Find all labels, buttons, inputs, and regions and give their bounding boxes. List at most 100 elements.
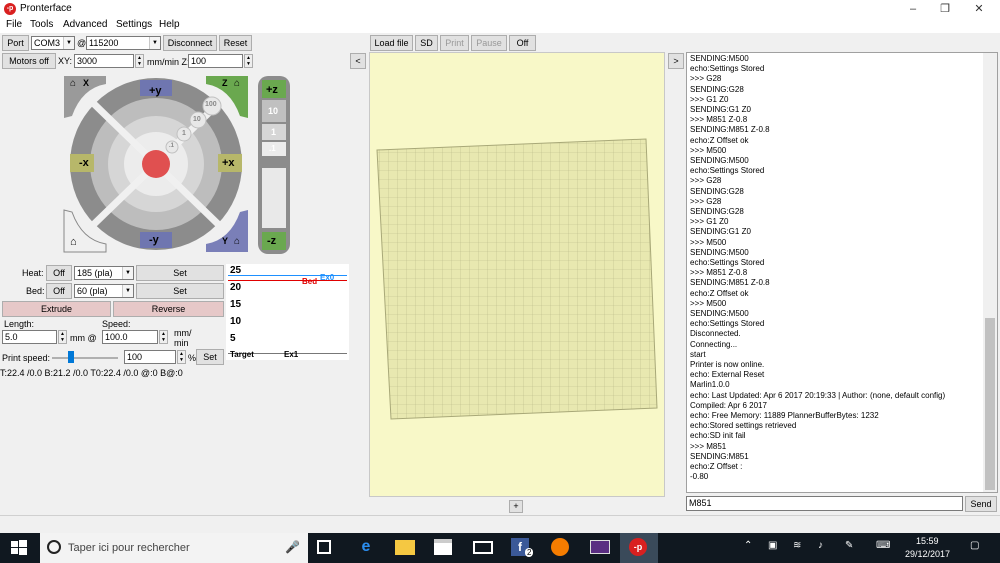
heat-off-button[interactable]: Off bbox=[46, 265, 72, 281]
console-line: echo:Settings Stored bbox=[690, 258, 765, 267]
length-stepper[interactable]: ▲ ▼ bbox=[58, 330, 67, 344]
console-log[interactable]: SENDING:M500 echo:Settings Stored >>> G28 S… bbox=[686, 52, 998, 493]
xy-feedrate-stepper[interactable]: ▲ ▼ bbox=[135, 54, 144, 68]
baud-select[interactable]: 115200 ▼ bbox=[86, 36, 161, 50]
step-1-label: 1 bbox=[182, 130, 186, 137]
disconnect-button[interactable]: Disconnect bbox=[163, 35, 217, 51]
console-line: >>> G28 bbox=[690, 74, 722, 84]
menu-tools[interactable]: Tools bbox=[30, 19, 53, 30]
microphone-icon[interactable]: 🎤 bbox=[285, 540, 300, 554]
print-speed-input[interactable]: 100 bbox=[124, 350, 176, 364]
xy-feed-label: XY: bbox=[58, 56, 73, 66]
close-button[interactable]: ✕ bbox=[964, 0, 994, 18]
baud-value: 115200 bbox=[89, 38, 119, 48]
tray-network-icon[interactable]: ≋ bbox=[793, 540, 801, 551]
task-view-icon[interactable] bbox=[317, 540, 331, 554]
tray-chevron-up-icon[interactable]: ⌃ bbox=[744, 540, 752, 551]
bed-temp-select[interactable]: 60 (pla) ▼ bbox=[74, 284, 134, 298]
speed-stepper[interactable]: ▲ ▼ bbox=[159, 330, 168, 344]
mail-icon[interactable] bbox=[473, 541, 493, 554]
port-button[interactable]: Port bbox=[2, 35, 29, 51]
sd-button[interactable]: SD bbox=[415, 35, 438, 51]
heat-label: Heat: bbox=[22, 268, 44, 278]
plus-y-label[interactable]: +y bbox=[149, 85, 162, 97]
z-feedrate-input[interactable]: 100 bbox=[188, 54, 243, 68]
console-line: SENDING:M851 Z-0.8 bbox=[690, 278, 770, 288]
speed-input[interactable]: 100.0 bbox=[102, 330, 158, 344]
z-lower-steps[interactable] bbox=[262, 168, 286, 228]
tray-volume-icon[interactable]: ♪ bbox=[818, 540, 823, 551]
print-speed-slider-thumb[interactable] bbox=[68, 351, 74, 363]
zoom-in-button[interactable]: + bbox=[509, 500, 523, 513]
firefox-icon[interactable] bbox=[551, 538, 569, 556]
heat-temp-select[interactable]: 185 (pla) ▼ bbox=[74, 266, 134, 280]
send-button[interactable]: Send bbox=[965, 496, 997, 512]
plate-grid-svg bbox=[376, 138, 658, 420]
collapse-left-button[interactable]: < bbox=[350, 53, 366, 69]
console-line: SENDING:G28 bbox=[690, 84, 744, 94]
plus-x-label[interactable]: +x bbox=[222, 157, 235, 169]
plus-z-label: +z bbox=[266, 84, 278, 96]
console-scrollbar-thumb[interactable] bbox=[985, 318, 995, 490]
console-line: >>> M851 bbox=[690, 441, 727, 451]
xy-feedrate-input[interactable]: 3000 bbox=[74, 54, 134, 68]
bed-set-button[interactable]: Set bbox=[136, 283, 224, 299]
load-file-button[interactable]: Load file bbox=[370, 35, 413, 51]
console-line: >>> M851 Z-0.8 bbox=[690, 115, 748, 125]
pause-button[interactable]: Pause bbox=[471, 35, 507, 51]
restore-button[interactable]: ❐ bbox=[930, 0, 960, 18]
build-plate-preview[interactable] bbox=[369, 52, 665, 497]
reset-button[interactable]: Reset bbox=[219, 35, 252, 51]
extrude-button[interactable]: Extrude bbox=[2, 301, 111, 317]
print-speed-label: Print speed: bbox=[2, 353, 51, 363]
app-icon[interactable] bbox=[590, 540, 610, 554]
console-line: echo:Z Offset ok bbox=[690, 135, 749, 145]
taskbar-time[interactable]: 15:59 bbox=[916, 536, 939, 546]
home-z-label: Z bbox=[222, 78, 228, 88]
temperature-graph: 25 20 15 10 5 Bed Ex0 Target Ex1 bbox=[226, 264, 349, 360]
tray-keyboard-icon[interactable]: ⌨ bbox=[876, 540, 890, 551]
minus-y-label[interactable]: -y bbox=[149, 234, 159, 246]
windows-start-icon[interactable] bbox=[10, 539, 28, 557]
minimize-button[interactable]: – bbox=[898, 0, 928, 18]
print-speed-slider-track[interactable] bbox=[52, 357, 118, 359]
menu-file[interactable]: File bbox=[6, 19, 22, 30]
menu-help[interactable]: Help bbox=[159, 19, 180, 30]
command-input[interactable]: M851 bbox=[686, 496, 963, 511]
length-input[interactable]: 5.0 bbox=[2, 330, 57, 344]
file-explorer-icon[interactable] bbox=[395, 540, 415, 555]
off-button[interactable]: Off bbox=[509, 35, 536, 51]
console-line: SENDING:M851 Z-0.8 bbox=[690, 125, 770, 135]
title-bar: -p Pronterface – ❐ ✕ bbox=[0, 0, 1000, 18]
print-speed-set-button[interactable]: Set bbox=[196, 349, 224, 365]
port-select[interactable]: COM3 ▼ bbox=[31, 36, 75, 50]
store-icon[interactable] bbox=[434, 539, 452, 555]
edge-icon[interactable]: e bbox=[356, 538, 376, 558]
menu-advanced[interactable]: Advanced bbox=[63, 19, 107, 30]
tray-device-icon[interactable]: ▣ bbox=[768, 540, 777, 551]
home-y-icon: ⌂ bbox=[234, 236, 241, 247]
print-speed-stepper[interactable]: ▲ ▼ bbox=[177, 350, 186, 364]
center-target[interactable] bbox=[142, 150, 170, 178]
reverse-button[interactable]: Reverse bbox=[113, 301, 224, 317]
expand-right-button[interactable]: > bbox=[668, 53, 684, 69]
step-01-label: .1 bbox=[169, 143, 175, 149]
console-line: echo:Settings Stored bbox=[690, 166, 765, 176]
taskbar-date[interactable]: 29/12/2017 bbox=[905, 549, 950, 559]
console-line: echo:Z Offset : bbox=[690, 462, 743, 471]
z-feedrate-stepper[interactable]: ▲ ▼ bbox=[244, 54, 253, 68]
bed-off-button[interactable]: Off bbox=[46, 283, 72, 299]
minus-z-label: -z bbox=[267, 235, 277, 247]
cortana-icon bbox=[47, 540, 61, 554]
print-button[interactable]: Print bbox=[440, 35, 469, 51]
tray-pen-icon[interactable]: ✎ bbox=[845, 540, 853, 551]
heat-set-button[interactable]: Set bbox=[136, 265, 224, 281]
chevron-down-icon: ▼ bbox=[122, 285, 133, 297]
motors-off-button[interactable]: Motors off bbox=[2, 53, 56, 69]
action-center-icon[interactable]: ▢ bbox=[970, 540, 979, 551]
console-line: echo: Last Updated: Apr 6 2017 20:19:33 … bbox=[690, 390, 946, 400]
console-line: SENDING:G28 bbox=[690, 207, 744, 216]
port-value: COM3 bbox=[34, 38, 61, 48]
menu-settings[interactable]: Settings bbox=[116, 19, 152, 30]
minus-x-label[interactable]: -x bbox=[79, 157, 89, 169]
